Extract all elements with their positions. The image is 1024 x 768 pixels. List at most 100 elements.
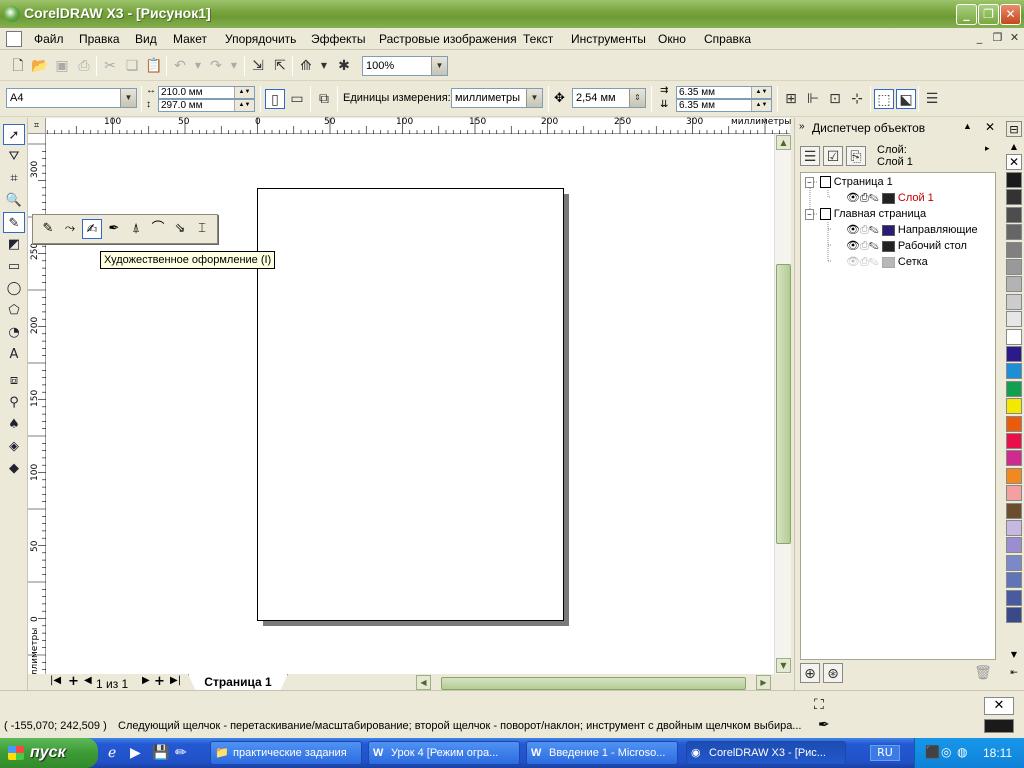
language-indicator[interactable]: RU bbox=[870, 745, 900, 761]
palette-swatch[interactable] bbox=[1006, 276, 1022, 293]
outline-color-swatch[interactable] bbox=[984, 719, 1014, 733]
copy-icon[interactable]: ❏ bbox=[122, 56, 142, 76]
coreldraw-app-icon[interactable] bbox=[4, 6, 20, 22]
application-launcher-icon[interactable]: ⟰ bbox=[296, 56, 316, 76]
printable-icon[interactable]: ⎙ bbox=[860, 192, 869, 204]
prev-page-icon[interactable]: ◀ bbox=[84, 675, 92, 686]
tray-app-icon[interactable]: ⬛ bbox=[925, 745, 940, 759]
paste-icon[interactable]: 📋 bbox=[144, 56, 164, 76]
snap-to-grid-icon[interactable]: ⊞ bbox=[781, 89, 801, 109]
freehand-icon[interactable]: ✎ bbox=[38, 219, 58, 239]
scroll-left-icon[interactable]: ◀ bbox=[416, 675, 431, 690]
duplicate-y-field[interactable]: 6.35 мм ▲▼ bbox=[676, 99, 772, 112]
menu-tools[interactable]: Инструменты bbox=[571, 32, 646, 46]
nudge-spinner-icon[interactable]: ⇕ bbox=[629, 89, 645, 107]
outline-tool-icon[interactable]: ♠ bbox=[3, 414, 25, 435]
shape-tool-icon[interactable]: ⛛ bbox=[3, 146, 25, 167]
docker-menu-icon[interactable]: ▸ bbox=[985, 144, 990, 154]
palette-swatch[interactable] bbox=[1006, 450, 1022, 467]
outline-pen-icon[interactable]: ✒ bbox=[818, 717, 830, 733]
duplicate-x-field[interactable]: 6.35 мм ▲▼ bbox=[676, 86, 772, 99]
new-layer-icon[interactable]: ⊕ bbox=[800, 663, 820, 683]
palette-swatch[interactable] bbox=[1006, 241, 1022, 258]
palette-swatch[interactable] bbox=[1006, 328, 1022, 345]
add-page-before-icon[interactable]: + bbox=[68, 674, 79, 689]
palette-expand-icon[interactable]: ⇤ bbox=[1006, 666, 1022, 680]
crop-tool-icon[interactable]: ⌗ bbox=[3, 168, 25, 189]
horizontal-ruler[interactable]: 100 50 0 50 100 150 200 250 300 миллимет… bbox=[28, 117, 791, 134]
menu-bitmaps[interactable]: Растровые изображения bbox=[379, 32, 517, 46]
save-quicklaunch-icon[interactable]: 💾 bbox=[152, 745, 169, 761]
export-icon[interactable]: ⇱ bbox=[270, 56, 290, 76]
open-icon[interactable]: 📂 bbox=[30, 56, 50, 76]
task-word-intro[interactable]: W Введение 1 - Microso... bbox=[526, 741, 678, 765]
redo-icon[interactable]: ↷ bbox=[206, 56, 226, 76]
ruler-origin-icon[interactable]: ⌗ bbox=[28, 118, 46, 134]
edit-across-layers-icon[interactable]: ☑ bbox=[823, 146, 843, 166]
palette-swatch[interactable] bbox=[1006, 206, 1022, 223]
palette-swatch[interactable] bbox=[1006, 189, 1022, 206]
palette-swatch[interactable] bbox=[1006, 363, 1022, 380]
draw-objects-icon[interactable]: ⬕ bbox=[896, 89, 916, 109]
visible-eye-icon[interactable]: 👁 bbox=[846, 192, 860, 204]
menu-edit[interactable]: Правка bbox=[79, 32, 120, 46]
collapse-icon[interactable]: − bbox=[805, 209, 814, 220]
height-spinner-icon[interactable]: ▲▼ bbox=[234, 100, 254, 111]
basic-shapes-tool-icon[interactable]: ◔ bbox=[3, 322, 25, 343]
zoom-tool-icon[interactable]: 🔍 bbox=[3, 190, 25, 211]
last-page-icon[interactable]: ▶| bbox=[170, 675, 181, 686]
menu-window[interactable]: Окно bbox=[658, 32, 686, 46]
visible-eye-icon[interactable]: 👁 bbox=[846, 240, 860, 252]
dynamic-guides-icon[interactable]: ⊹ bbox=[847, 89, 867, 109]
first-page-icon[interactable]: |◀ bbox=[50, 675, 61, 686]
menu-layout[interactable]: Макет bbox=[173, 32, 207, 46]
no-fill-swatch[interactable]: ✕ bbox=[1006, 154, 1022, 170]
vertical-scroll-thumb[interactable] bbox=[776, 264, 791, 544]
palette-scroll-up-icon[interactable]: ▲ bbox=[1006, 140, 1022, 154]
page-layout-icon[interactable]: ⧉ bbox=[314, 89, 334, 109]
interactive-fill-tool-icon[interactable]: ◆ bbox=[3, 458, 25, 479]
palette-swatch[interactable] bbox=[1006, 607, 1022, 623]
snap-to-objects-icon[interactable]: ⊡ bbox=[825, 89, 845, 109]
ellipse-tool-icon[interactable]: ◯ bbox=[3, 278, 25, 299]
menu-text[interactable]: Текст bbox=[523, 32, 553, 46]
menu-help[interactable]: Справка bbox=[704, 32, 751, 46]
pick-tool-icon[interactable]: ➚ bbox=[3, 124, 25, 145]
drawing-page[interactable] bbox=[257, 188, 564, 621]
print-icon[interactable]: ⎙ bbox=[74, 56, 94, 76]
docker-collapse-icon[interactable]: » bbox=[799, 121, 805, 132]
tree-node-master-page[interactable]: − Главная страница bbox=[805, 206, 926, 222]
doc-close-button[interactable]: ✕ bbox=[1007, 31, 1022, 46]
interactive-blend-tool-icon[interactable]: ⧈ bbox=[3, 370, 25, 391]
docker-scroll-up-icon[interactable]: ▲ bbox=[963, 121, 972, 131]
palette-options-icon[interactable]: ⊟ bbox=[1006, 121, 1022, 137]
polygon-tool-icon[interactable]: ⬠ bbox=[3, 300, 25, 321]
visible-eye-icon[interactable]: 👁 bbox=[846, 224, 860, 236]
media-player-quicklaunch-icon[interactable]: ▶ bbox=[130, 745, 141, 761]
bezier-icon[interactable]: ⤳ bbox=[60, 219, 80, 239]
freehand-tool-icon[interactable]: ✎ bbox=[3, 212, 25, 233]
units-combo[interactable]: миллиметры ▼ bbox=[451, 88, 543, 108]
task-word-lesson[interactable]: W Урок 4 [Режим огра... bbox=[368, 741, 520, 765]
chevron-down-icon[interactable]: ▼ bbox=[120, 89, 136, 107]
dup-y-spinner-icon[interactable]: ▲▼ bbox=[751, 100, 771, 111]
polyline-icon[interactable]: ⍋ bbox=[126, 219, 146, 239]
palette-scroll-down-icon[interactable]: ▼ bbox=[1006, 648, 1022, 662]
doc-minimize-button[interactable]: _ bbox=[972, 31, 987, 46]
import-icon[interactable]: ⇲ bbox=[248, 56, 268, 76]
ie-quicklaunch-icon[interactable]: ℯ bbox=[108, 745, 116, 761]
nudge-distance-field[interactable]: 2,54 мм ⇕ bbox=[572, 88, 646, 108]
palette-swatch[interactable] bbox=[1006, 224, 1022, 241]
coreldraw-quicklaunch-icon[interactable]: ✏ bbox=[175, 745, 187, 761]
connector-icon[interactable]: ⇘ bbox=[170, 219, 190, 239]
tray-status-icon[interactable]: ◎ bbox=[941, 745, 951, 759]
new-document-icon[interactable]: 🗋 bbox=[8, 56, 28, 76]
vertical-scrollbar[interactable]: ▲ ▼ bbox=[774, 134, 791, 674]
show-object-properties-icon[interactable]: ☰ bbox=[800, 146, 820, 166]
portrait-orientation-icon[interactable]: ▯ bbox=[265, 89, 285, 109]
palette-swatch[interactable] bbox=[1006, 502, 1022, 519]
doc-restore-button[interactable]: ❐ bbox=[990, 31, 1005, 46]
close-button[interactable]: ✕ bbox=[1000, 4, 1021, 25]
palette-swatch[interactable] bbox=[1006, 589, 1022, 606]
three-point-curve-icon[interactable]: ⌒ bbox=[148, 219, 168, 239]
